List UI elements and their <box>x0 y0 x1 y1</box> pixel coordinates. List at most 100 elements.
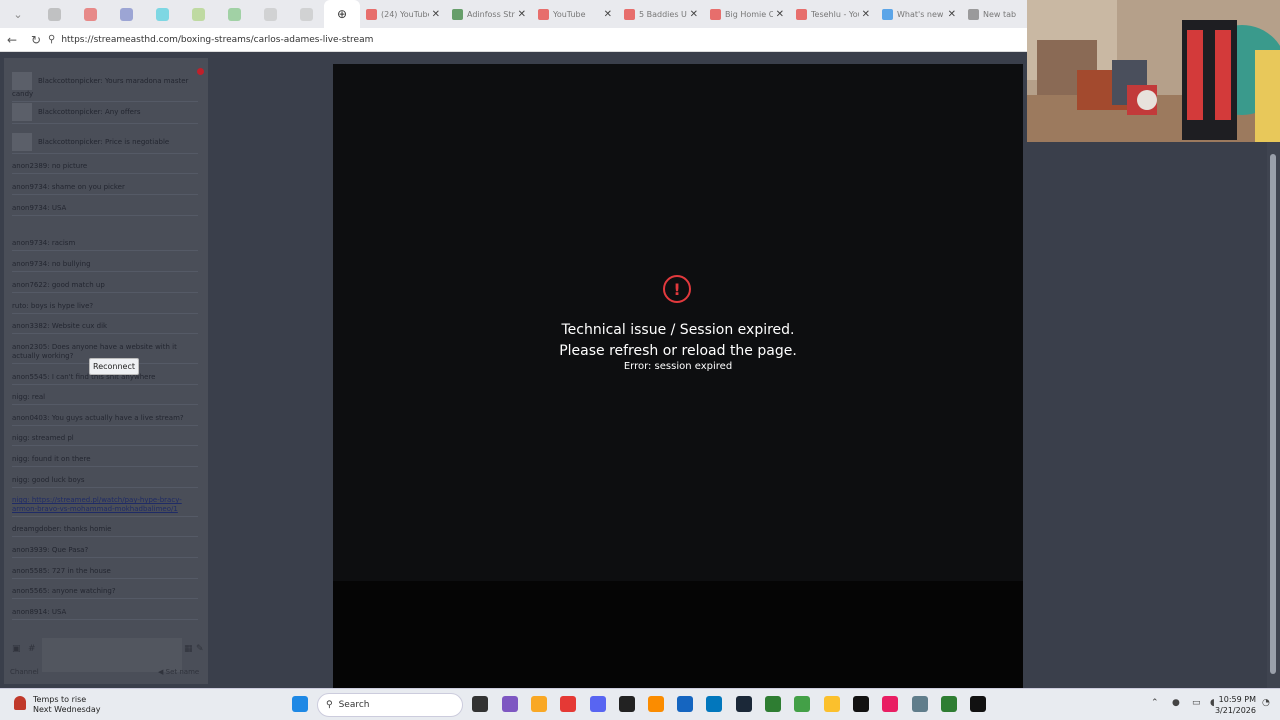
close-icon[interactable]: ✕ <box>862 9 870 20</box>
chat-message-text: nigg: streamed pl <box>12 434 74 442</box>
chat-message: anon9734: shame on you picker <box>12 183 198 195</box>
chrome-icon[interactable] <box>560 696 576 712</box>
browser-tab[interactable]: YouTube ✕ <box>532 0 618 28</box>
video-player[interactable]: ! Technical issue / Session expired. Ple… <box>333 64 1023 688</box>
chat-message[interactable]: nigg: https://streamed.pl/watch/pay-hype… <box>12 496 198 517</box>
chat-message-input[interactable] <box>42 638 182 672</box>
chat-message: anon0403: You guys actually have a live … <box>12 414 198 426</box>
page-scrollbar[interactable] <box>1267 142 1280 688</box>
tab-label: Adinfoss Stre <box>467 9 515 19</box>
tiktok-icon[interactable] <box>882 696 898 712</box>
browser-tab[interactable]: Tesehlu - You ✕ <box>790 0 876 28</box>
address-bar: ← ↻ ⚲ https://streameasthd.com/boxing-st… <box>0 28 1027 52</box>
tab-favicon-icon <box>882 8 893 20</box>
chat-message: ruto: boys is hype live? <box>12 302 198 314</box>
steam-icon[interactable] <box>736 696 752 712</box>
chat-message-text: anon9734: shame on you picker <box>12 183 125 191</box>
pinned-tab-icon <box>299 7 313 21</box>
microphone-icon[interactable]: ● <box>1172 698 1180 708</box>
avatar <box>12 133 32 151</box>
weather-widget[interactable]: Temps to rise Next Wednesday <box>14 695 101 715</box>
reconnect-button[interactable]: Reconnect <box>89 358 140 375</box>
close-icon[interactable]: ✕ <box>518 9 526 20</box>
chat-message: Blackcottonpicker: Yours maradona master… <box>12 72 198 102</box>
site-info-icon[interactable]: ⚲ <box>48 34 55 45</box>
tiktok-icon[interactable] <box>970 696 986 712</box>
discord-icon[interactable] <box>590 696 606 712</box>
store-icon[interactable] <box>677 696 693 712</box>
app-icon[interactable] <box>648 696 664 712</box>
obs-icon[interactable] <box>619 696 635 712</box>
chat-message-text: anon8914: USA <box>12 608 67 616</box>
tab-label: Tesehlu - You <box>811 9 859 19</box>
browser-tab[interactable]: New tab <box>962 0 1027 28</box>
set-name-label: Set name <box>165 668 200 676</box>
pinned-tab[interactable] <box>36 0 72 28</box>
set-name-button[interactable]: ◀ Set name <box>158 668 199 676</box>
close-icon[interactable]: ✕ <box>776 9 784 20</box>
search-icon: ⚲ <box>326 700 333 710</box>
pinned-tab[interactable] <box>180 0 216 28</box>
pinned-tab[interactable] <box>72 0 108 28</box>
close-icon[interactable]: ✕ <box>604 9 612 20</box>
scrollbar-thumb[interactable] <box>1270 154 1276 674</box>
edit-icon[interactable]: ✎ <box>196 644 204 654</box>
globe-icon: ⊕ <box>336 7 348 21</box>
close-icon[interactable]: ✕ <box>690 9 698 20</box>
browser-tab[interactable]: Big Homie C ✕ <box>704 0 790 28</box>
weather-alert-icon <box>14 696 26 710</box>
outlook-icon[interactable] <box>706 696 722 712</box>
close-icon[interactable]: ✕ <box>432 9 440 20</box>
pinned-tab[interactable] <box>216 0 252 28</box>
refresh-icon[interactable]: ↻ <box>24 33 48 47</box>
chat-message: anon5565: anyone watching? <box>12 587 198 599</box>
image-icon[interactable]: ▣ <box>12 644 21 654</box>
browser-tab[interactable]: (24) YouTube ✕ <box>360 0 446 28</box>
browser-tab[interactable]: Adinfoss Stre ✕ <box>446 0 532 28</box>
tab-favicon-icon <box>624 8 635 20</box>
pinned-tab[interactable] <box>144 0 180 28</box>
weather-line-2: Next Wednesday <box>33 705 101 714</box>
error-line-2: Please refresh or reload the page. <box>559 343 797 359</box>
browser-tab[interactable]: 5 Baddies U ✕ <box>618 0 704 28</box>
browser-tab[interactable]: What's new o✕ <box>876 0 962 28</box>
chat-message-text[interactable]: nigg: https://streamed.pl/watch/pay-hype… <box>12 496 182 513</box>
taskbar: Temps to rise Next Wednesday ⚲ Search ⌃ ●… <box>0 688 1280 720</box>
pinned-tab-icon <box>83 7 97 21</box>
rockstar-icon[interactable] <box>824 696 840 712</box>
notification-bell-icon[interactable]: ◔ <box>1262 698 1270 708</box>
tab-label: Big Homie C <box>725 9 773 19</box>
grid-icon[interactable]: ▦ <box>184 644 193 654</box>
clock-time: 10:59 PM <box>1218 695 1256 704</box>
settings-icon[interactable] <box>912 696 928 712</box>
active-tab[interactable]: ⊕ <box>324 0 360 28</box>
copilot-icon[interactable] <box>502 696 518 712</box>
clock-date: 3/21/2026 <box>1214 706 1256 715</box>
hash-icon[interactable]: # <box>28 644 36 654</box>
excel-icon[interactable] <box>941 696 957 712</box>
chat-message: anon9734: racism <box>12 239 198 251</box>
chevron-up-icon[interactable]: ⌃ <box>1151 698 1159 708</box>
chat-message-text: anon3382: Website cux dik <box>12 322 108 330</box>
file-explorer-icon[interactable] <box>531 696 547 712</box>
tab-actions-menu[interactable]: ⌄ <box>0 0 36 28</box>
back-arrow-icon[interactable]: ← <box>0 33 24 47</box>
tab-label: 5 Baddies U <box>639 9 687 19</box>
taskbar-search[interactable]: ⚲ Search <box>317 693 463 717</box>
chat-message-text: Blackcottonpicker: Yours maradona master… <box>12 77 189 98</box>
chrome-icon[interactable] <box>794 696 810 712</box>
pinned-tab[interactable] <box>108 0 144 28</box>
xbox-icon[interactable] <box>765 696 781 712</box>
channel-label: Channel <box>10 668 39 676</box>
app-icon[interactable] <box>853 696 869 712</box>
pinned-tab[interactable] <box>252 0 288 28</box>
chat-message-text: Blackcottonpicker: Price is negotiable <box>38 138 170 146</box>
display-icon[interactable]: ▭ <box>1192 698 1201 708</box>
close-icon[interactable]: ✕ <box>948 9 956 20</box>
clock[interactable]: 10:59 PM 3/21/2026 <box>1215 694 1256 716</box>
task-view-icon[interactable] <box>472 696 488 712</box>
windows-start-icon[interactable] <box>292 696 308 712</box>
pinned-tab[interactable] <box>288 0 324 28</box>
url-field[interactable]: https://streameasthd.com/boxing-streams/… <box>61 35 373 45</box>
chat-message: anon3939: Que Pasa? <box>12 546 198 558</box>
